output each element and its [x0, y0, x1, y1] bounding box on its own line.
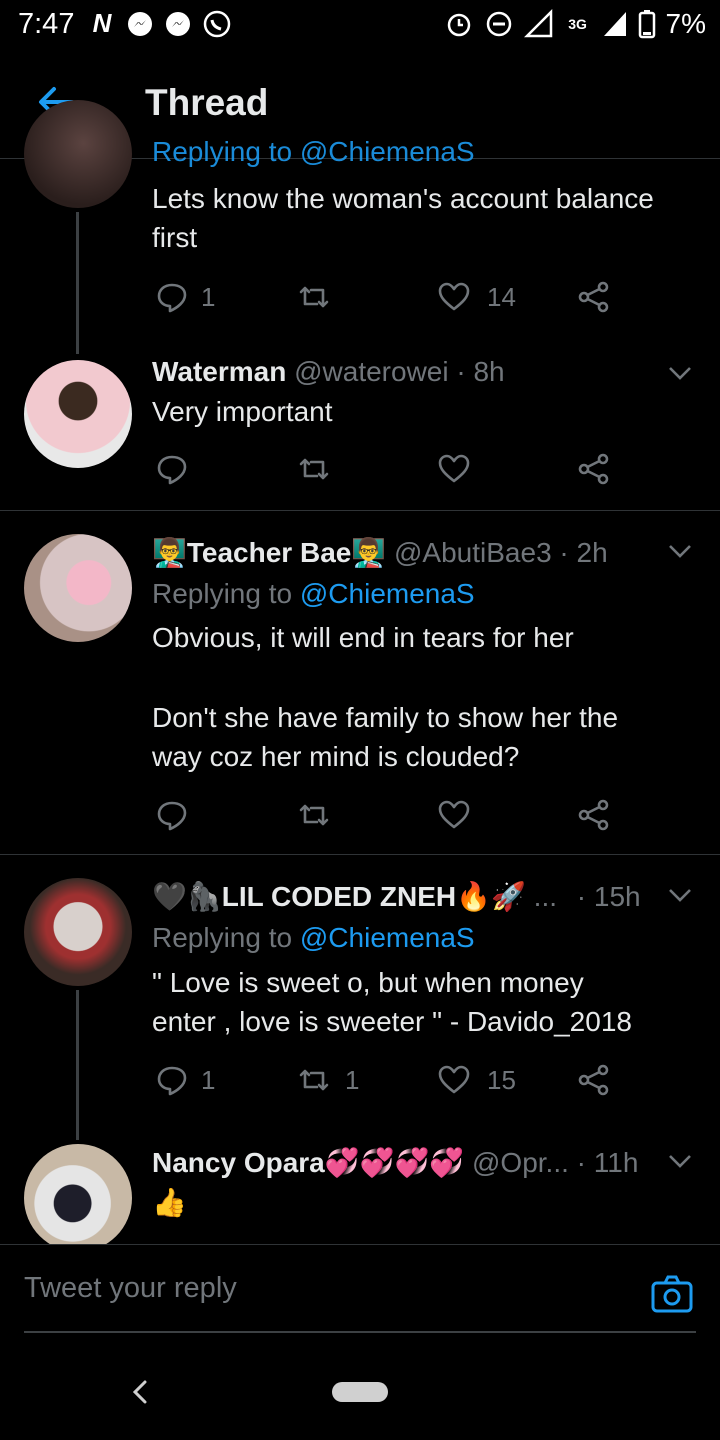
hearts-emoji-icon: 💞💞💞💞 — [324, 1147, 465, 1178]
tweet-text: 👍 — [152, 1187, 187, 1218]
tweet[interactable]: Nancy Opara💞💞💞💞 @Opr... · 11h 👍 — [0, 0, 720, 1244]
reply-input[interactable]: Tweet your reply — [24, 1272, 237, 1305]
timestamp: · 11h — [576, 1147, 639, 1178]
display-name[interactable]: Nancy Opara — [152, 1147, 325, 1178]
chevron-down-icon[interactable] — [665, 1146, 695, 1176]
nav-back-icon[interactable] — [128, 1378, 152, 1406]
camera-icon[interactable] — [650, 1272, 694, 1316]
input-underline — [24, 1331, 696, 1333]
tweet-header: Nancy Opara💞💞💞💞 @Opr... · 11h — [152, 1146, 638, 1179]
handle[interactable]: @Opr... — [472, 1147, 569, 1178]
nav-home-pill[interactable] — [332, 1382, 388, 1402]
avatar[interactable] — [24, 1144, 132, 1244]
